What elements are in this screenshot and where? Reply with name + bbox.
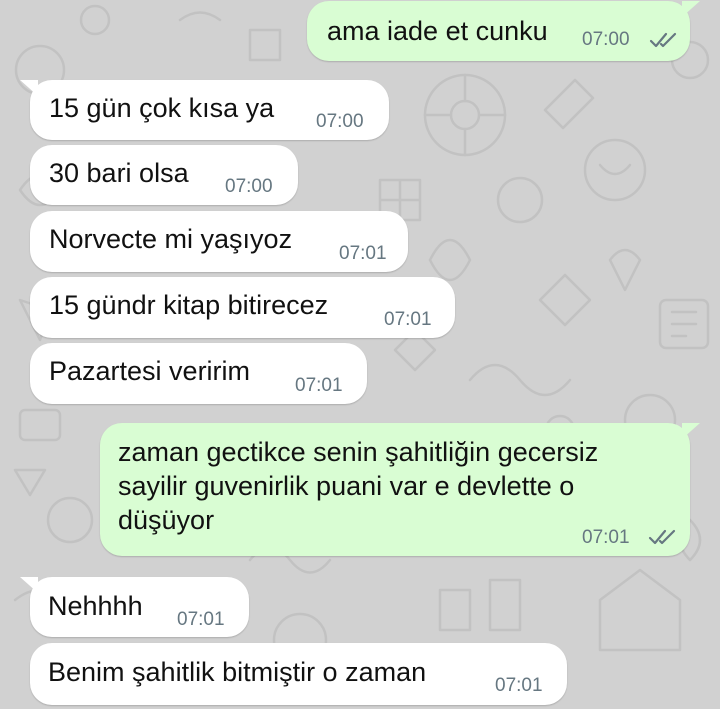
outgoing-message-bubble[interactable]: zaman gectikce senin şahitliğin gecersiz… bbox=[100, 423, 700, 556]
chat-message-list[interactable]: ama iade et cunku 07:00 15 gün çok kısa … bbox=[0, 0, 720, 709]
message-time: 07:01 bbox=[384, 309, 432, 330]
message-text: 15 gün çok kısa ya bbox=[49, 93, 275, 123]
message-text: Nehhhh bbox=[48, 591, 143, 621]
message-time: 07:00 bbox=[582, 29, 630, 50]
message-text: 15 gündr kitap bitirecez bbox=[49, 290, 329, 320]
incoming-message-bubble[interactable]: 15 gün çok kısa ya 07:00 bbox=[20, 80, 389, 140]
incoming-message-bubble[interactable]: Benim şahitlik bitmiştir o zaman 07:01 bbox=[30, 643, 567, 705]
message-text: Benim şahitlik bitmiştir o zaman bbox=[48, 657, 427, 687]
double-check-icon bbox=[649, 32, 677, 48]
incoming-message-bubble[interactable]: 30 bari olsa 07:00 bbox=[30, 145, 298, 205]
message-text: 30 bari olsa bbox=[49, 158, 189, 188]
message-time: 07:01 bbox=[582, 527, 630, 548]
double-check-icon bbox=[648, 529, 676, 545]
message-time: 07:01 bbox=[295, 375, 343, 396]
message-time: 07:01 bbox=[495, 675, 543, 696]
message-time: 07:00 bbox=[225, 176, 273, 197]
message-text: ama iade et cunku bbox=[327, 16, 548, 46]
incoming-message-bubble[interactable]: Nehhhh 07:01 bbox=[20, 577, 249, 637]
incoming-message-bubble[interactable]: Pazartesi veririm 07:01 bbox=[30, 343, 367, 404]
incoming-message-bubble[interactable]: 15 gündr kitap bitirecez 07:01 bbox=[30, 277, 455, 338]
message-text: Norvecte mi yaşıyoz bbox=[49, 224, 293, 254]
message-text: Pazartesi veririm bbox=[49, 356, 251, 386]
message-time: 07:00 bbox=[316, 111, 364, 132]
incoming-message-bubble[interactable]: Norvecte mi yaşıyoz 07:01 bbox=[30, 211, 408, 272]
message-text: zaman gectikce senin şahitliğin gecersiz… bbox=[118, 437, 599, 535]
outgoing-message-bubble[interactable]: ama iade et cunku 07:00 bbox=[307, 1, 700, 61]
message-time: 07:01 bbox=[339, 243, 387, 264]
message-time: 07:01 bbox=[177, 609, 225, 630]
